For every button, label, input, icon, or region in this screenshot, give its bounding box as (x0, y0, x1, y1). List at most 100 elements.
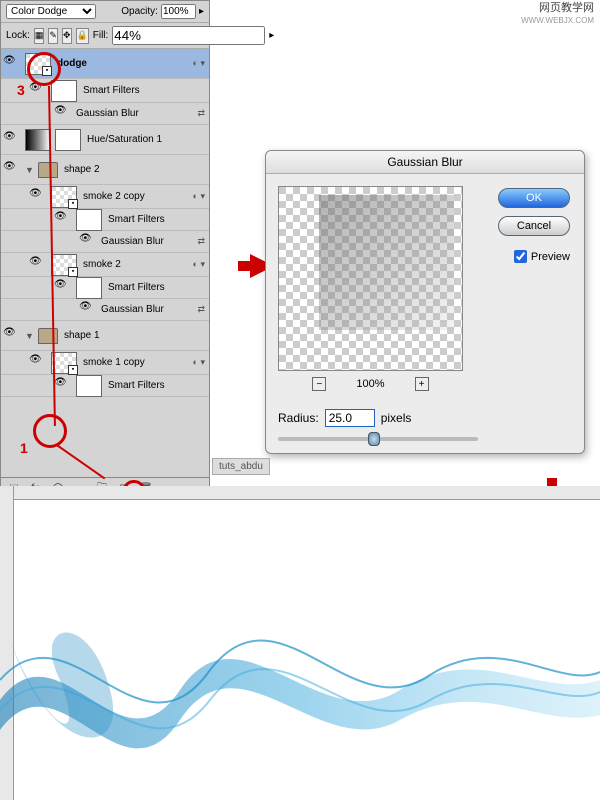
radius-slider[interactable] (278, 437, 478, 441)
lock-transparency-icon[interactable]: ▦ (34, 28, 45, 44)
layer-label: smoke 1 copy (83, 357, 145, 368)
group-shape1[interactable]: ▼ shape 1 (1, 321, 209, 351)
dropdown-arrow-icon[interactable]: ▸ (269, 30, 274, 41)
annotation-number-1: 1 (20, 440, 28, 456)
watermark-main: 网页教学网 (539, 2, 594, 14)
layer-mask-thumbnail[interactable] (55, 129, 81, 151)
filter-mask-thumbnail[interactable] (76, 277, 102, 299)
smart-filters-row[interactable]: Smart Filters (1, 209, 209, 231)
group-label: shape 1 (64, 330, 100, 341)
document-canvas[interactable] (0, 486, 600, 800)
smart-filters-row[interactable]: Smart Filters (1, 375, 209, 397)
visibility-eye-icon[interactable] (31, 356, 45, 370)
lock-label: Lock: (6, 30, 30, 41)
gaussian-blur-filter-row[interactable]: Gaussian Blur ⇄ (1, 299, 209, 321)
dialog-title: Gaussian Blur (266, 151, 584, 174)
annotation-number-3: 3 (17, 82, 25, 98)
smart-object-badge-icon: ▪ (68, 267, 78, 277)
gaussian-blur-filter-row[interactable]: Gaussian Blur ⇄ (1, 103, 209, 125)
filter-fx-icon[interactable]: ◐ ▾ (193, 58, 205, 69)
visibility-eye-icon[interactable] (56, 213, 70, 227)
blending-options-icon[interactable]: ⇄ (197, 304, 205, 315)
visibility-eye-icon[interactable] (5, 329, 19, 343)
filter-fx-icon[interactable]: ◐ ▾ (193, 191, 205, 202)
visibility-eye-icon[interactable] (5, 57, 19, 71)
smart-object-badge-icon: ▪ (68, 365, 78, 375)
layer-thumbnail[interactable]: ▪ (51, 254, 77, 276)
layer-dodge[interactable]: ▪ dodge ◐ ▾ (1, 49, 209, 79)
ok-button[interactable]: OK (498, 188, 570, 208)
lock-brush-icon[interactable]: ✎ (48, 28, 58, 44)
smart-object-badge-icon: ▪ (42, 66, 52, 76)
slider-thumb[interactable] (368, 432, 380, 446)
fill-label: Fill: (93, 30, 109, 41)
radius-label: Radius: (278, 411, 319, 425)
layer-label: Hue/Saturation 1 (87, 134, 162, 145)
gaussian-blur-filter-row[interactable]: Gaussian Blur ⇄ (1, 231, 209, 253)
filter-mask-thumbnail[interactable] (76, 375, 102, 397)
smart-filters-row[interactable]: Smart Filters (1, 277, 209, 299)
smart-filters-label: Smart Filters (108, 380, 165, 391)
visibility-eye-icon[interactable] (31, 258, 45, 272)
visibility-eye-icon[interactable] (56, 281, 70, 295)
cancel-button[interactable]: Cancel (498, 216, 570, 236)
visibility-eye-icon[interactable] (56, 107, 70, 121)
visibility-eye-icon[interactable] (31, 84, 45, 98)
opacity-input[interactable] (161, 4, 196, 19)
disclosure-triangle-icon[interactable]: ▼ (25, 331, 35, 341)
lock-all-icon[interactable]: 🔒 (76, 28, 89, 44)
fill-input[interactable] (112, 26, 265, 45)
lock-move-icon[interactable]: ✥ (62, 28, 72, 44)
layers-panel-top: Color Dodge Opacity: ▸ (1, 1, 209, 23)
filter-mask-thumbnail[interactable] (76, 209, 102, 231)
disclosure-triangle-icon[interactable]: ▼ (25, 165, 35, 175)
gaussian-blur-dialog: Gaussian Blur − 100% + Radius: pixels OK… (265, 150, 585, 454)
visibility-eye-icon[interactable] (56, 379, 70, 393)
filter-fx-icon[interactable]: ◐ ▾ (193, 259, 205, 270)
group-label: shape 2 (64, 164, 100, 175)
radius-input[interactable] (325, 409, 375, 427)
smart-object-badge-icon: ▪ (68, 199, 78, 209)
preview-checkbox-row[interactable]: Preview (514, 250, 570, 263)
layer-label: dodge (57, 58, 87, 69)
filter-fx-icon[interactable]: ◐ ▾ (193, 357, 205, 368)
preview-checkbox[interactable] (514, 250, 527, 263)
layer-label: smoke 2 copy (83, 191, 145, 202)
visibility-eye-icon[interactable] (5, 133, 19, 147)
zoom-out-button[interactable]: − (312, 377, 326, 391)
wave-artwork (0, 580, 600, 780)
blending-options-icon[interactable]: ⇄ (197, 236, 205, 247)
layer-thumbnail[interactable]: ▪ (25, 53, 51, 75)
watermark: 网页教学网 WWW.WEBJX.COM (521, 2, 594, 26)
group-shape2[interactable]: ▼ shape 2 (1, 155, 209, 185)
document-tab[interactable]: tuts_abdu (212, 458, 270, 475)
radius-row: Radius: pixels (278, 409, 572, 427)
zoom-value: 100% (356, 378, 384, 390)
smart-filters-label: Smart Filters (108, 214, 165, 225)
visibility-eye-icon[interactable] (31, 190, 45, 204)
smart-filters-row[interactable]: Smart Filters (1, 79, 209, 103)
filter-mask-thumbnail[interactable] (51, 80, 77, 102)
smart-filters-label: Smart Filters (108, 282, 165, 293)
layer-smoke2copy[interactable]: ▪ smoke 2 copy ◐ ▾ (1, 185, 209, 209)
layers-panel: Color Dodge Opacity: ▸ Lock: ▦ ✎ ✥ 🔒 Fil… (0, 0, 210, 500)
layer-smoke2[interactable]: ▪ smoke 2 ◐ ▾ (1, 253, 209, 277)
folder-icon (38, 328, 58, 344)
visibility-eye-icon[interactable] (81, 235, 95, 249)
radius-unit: pixels (381, 411, 412, 425)
horizontal-ruler (0, 486, 600, 500)
visibility-eye-icon[interactable] (5, 163, 19, 177)
layer-thumbnail[interactable]: ▪ (51, 186, 77, 208)
zoom-in-button[interactable]: + (415, 377, 429, 391)
blend-mode-select[interactable]: Color Dodge (6, 4, 96, 19)
adjustment-thumbnail[interactable] (25, 129, 51, 151)
dropdown-arrow-icon[interactable]: ▸ (199, 6, 204, 17)
opacity-label: Opacity: (121, 6, 158, 17)
filter-preview[interactable] (278, 186, 463, 371)
filter-label: Gaussian Blur (101, 304, 164, 315)
layer-hue-saturation[interactable]: Hue/Saturation 1 (1, 125, 209, 155)
layer-smoke1copy[interactable]: ▪ smoke 1 copy ◐ ▾ (1, 351, 209, 375)
blending-options-icon[interactable]: ⇄ (197, 108, 205, 119)
layer-label: smoke 2 (83, 259, 121, 270)
visibility-eye-icon[interactable] (81, 303, 95, 317)
